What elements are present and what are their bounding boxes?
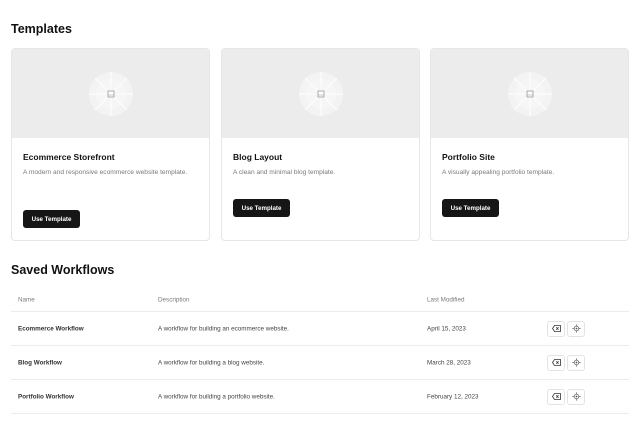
image-placeholder-icon — [89, 72, 133, 116]
template-card-title: Blog Layout — [233, 152, 283, 162]
row-actions — [547, 354, 585, 371]
template-cards: Ecommerce Storefront A modern and respon… — [11, 48, 629, 241]
delete-icon — [551, 325, 561, 332]
workflows-table: Name Description Last Modified Ecommerce… — [11, 288, 629, 414]
settings-icon — [571, 358, 581, 367]
row-actions — [547, 388, 585, 405]
delete-icon — [551, 393, 561, 400]
table-row: Ecommerce Workflow A workflow for buildi… — [11, 312, 629, 346]
template-thumbnail — [12, 49, 209, 138]
column-header-name: Name — [18, 296, 35, 303]
template-card-description: A visually appealing portfolio template. — [442, 169, 555, 176]
table-row: Portfolio Workflow A workflow for buildi… — [11, 380, 629, 414]
template-card-description: A clean and minimal blog template. — [233, 169, 336, 176]
delete-workflow-button[interactable] — [547, 354, 565, 371]
workflow-settings-button[interactable] — [567, 388, 585, 405]
settings-icon — [571, 324, 581, 333]
column-header-last-modified: Last Modified — [427, 296, 465, 303]
use-template-button-portfolio[interactable]: Use Template — [442, 199, 499, 217]
template-card-blog: Blog Layout A clean and minimal blog tem… — [221, 48, 420, 241]
delete-workflow-button[interactable] — [547, 388, 565, 405]
workflow-settings-button[interactable] — [567, 354, 585, 371]
use-template-button-blog[interactable]: Use Template — [233, 199, 290, 217]
template-card-ecommerce: Ecommerce Storefront A modern and respon… — [11, 48, 210, 241]
workflow-last-modified: February 12, 2023 — [427, 393, 479, 400]
page: Templates Ecommerce Storefront A modern … — [0, 0, 640, 425]
workflow-settings-button[interactable] — [567, 320, 585, 337]
table-row: Blog Workflow A workflow for building a … — [11, 346, 629, 380]
workflow-last-modified: April 15, 2023 — [427, 325, 466, 332]
workflow-name: Blog Workflow — [18, 359, 62, 366]
workflow-name: Portfolio Workflow — [18, 393, 74, 400]
template-card-title: Ecommerce Storefront — [23, 152, 115, 162]
workflow-name: Ecommerce Workflow — [18, 325, 84, 332]
saved-workflows-title: Saved Workflows — [11, 263, 115, 277]
workflow-description: A workflow for building an ecommerce web… — [158, 325, 289, 332]
delete-workflow-button[interactable] — [547, 320, 565, 337]
image-placeholder-icon — [508, 72, 552, 116]
workflow-description: A workflow for building a blog website. — [158, 359, 265, 366]
workflow-description: A workflow for building a portfolio webs… — [158, 393, 275, 400]
row-actions — [547, 320, 585, 337]
delete-icon — [551, 359, 561, 366]
templates-title: Templates — [11, 22, 72, 36]
template-card-portfolio: Portfolio Site A visually appealing port… — [430, 48, 629, 241]
template-card-title: Portfolio Site — [442, 152, 495, 162]
image-placeholder-icon — [299, 72, 343, 116]
template-card-description: A modern and responsive ecommerce websit… — [23, 169, 188, 176]
column-header-description: Description — [158, 296, 190, 303]
use-template-button-ecommerce[interactable]: Use Template — [23, 210, 80, 228]
table-header-row: Name Description Last Modified — [11, 288, 629, 312]
template-thumbnail — [222, 49, 419, 138]
settings-icon — [571, 392, 581, 401]
workflow-last-modified: March 28, 2023 — [427, 359, 471, 366]
template-thumbnail — [431, 49, 628, 138]
